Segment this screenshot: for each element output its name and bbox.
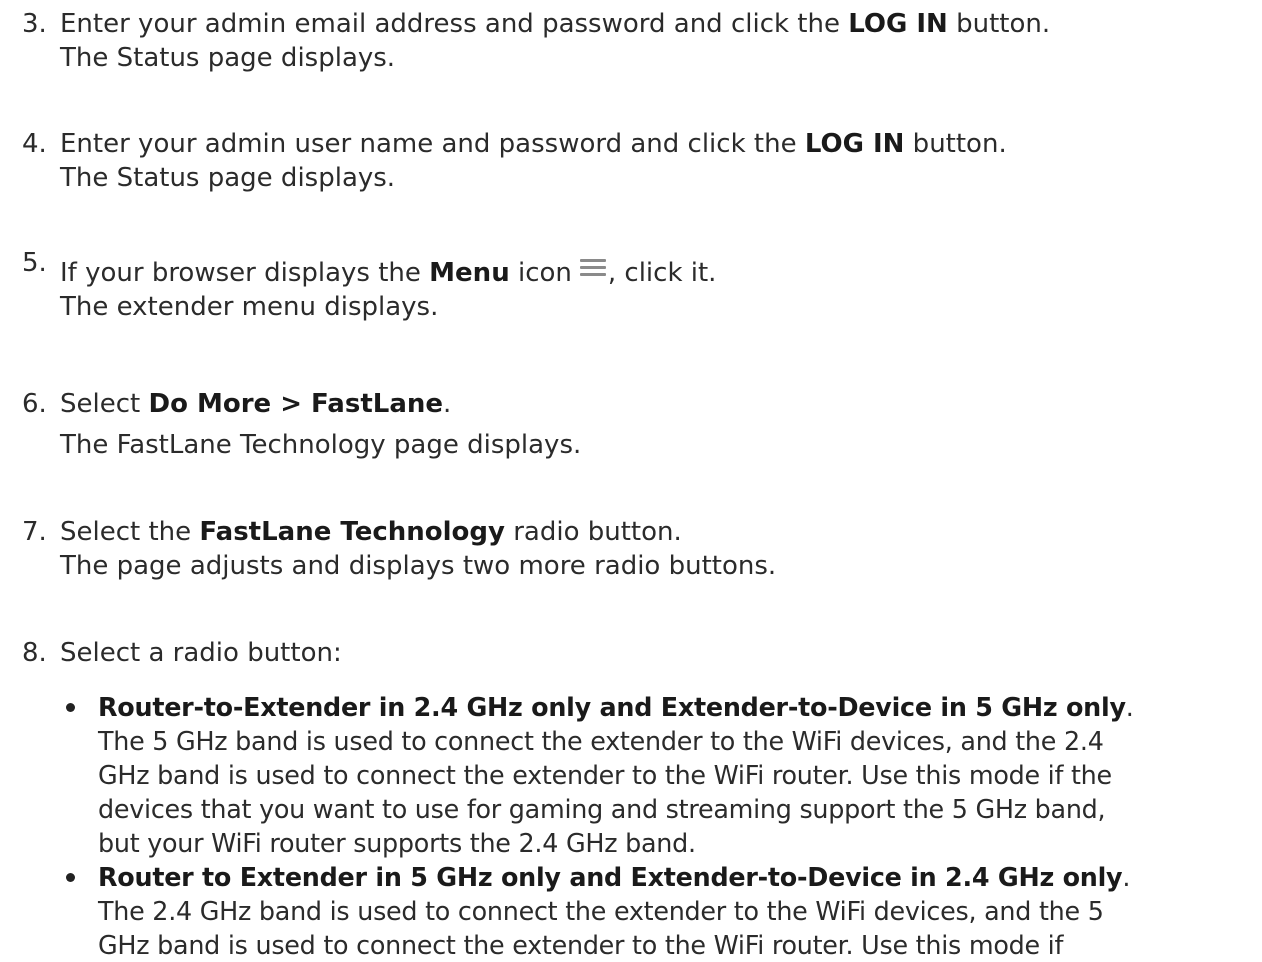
radio-option-list: Router-to-Extender in 2.4 GHz only and E… [60, 690, 1255, 962]
step-text: Enter your admin email address and passw… [60, 9, 1051, 39]
bullet-icon [66, 873, 75, 882]
step-4: 4. Enter your admin user name and passwo… [22, 127, 1252, 195]
option-title: Router-to-Extender in 2.4 GHz only and E… [98, 692, 1134, 722]
option-description-line: devices that you want to use for gaming … [98, 794, 1106, 824]
step-number: 4. [22, 129, 47, 159]
step-text: Select Do More > FastLane. [60, 389, 452, 419]
step-text: Enter your admin user name and password … [60, 129, 1007, 159]
document-page: 3. Enter your admin email address and pa… [0, 0, 1262, 960]
option-description-line: GHz band is used to connect the extender… [98, 930, 1064, 960]
option-description-line: The 2.4 GHz band is used to connect the … [98, 896, 1104, 926]
step-content: If your browser displays the Menu icon, … [60, 256, 1252, 324]
step-number: 5. [22, 248, 47, 278]
bullet-icon [66, 703, 75, 712]
menu-label: Menu [429, 258, 510, 288]
step-7: 7. Select the FastLane Technology radio … [22, 515, 1252, 583]
step-text: If your browser displays the Menu icon, … [60, 258, 717, 288]
fastlane-technology-label: FastLane Technology [199, 517, 505, 547]
option-description-line: but your WiFi router supports the 2.4 GH… [98, 828, 696, 858]
list-item: Router to Extender in 5 GHz only and Ext… [60, 860, 1255, 962]
step-number: 8. [22, 638, 47, 668]
step-result: The page adjusts and displays two more r… [60, 551, 777, 581]
step-text: Select a radio button: [60, 638, 342, 668]
menu-path: Do More > FastLane [148, 389, 444, 419]
step-result: The Status page displays. [60, 163, 396, 193]
step-result: The extender menu displays. [60, 292, 439, 322]
option-description-line: GHz band is used to connect the extender… [98, 760, 1112, 790]
option-title: Router to Extender in 5 GHz only and Ext… [98, 862, 1131, 892]
step-content: Select a radio button: [60, 636, 1252, 670]
step-8: 8. Select a radio button: [22, 636, 1252, 670]
step-result: The FastLane Technology page displays. [60, 430, 582, 460]
log-in-label: LOG IN [848, 9, 948, 39]
step-content: Select the FastLane Technology radio but… [60, 515, 1252, 583]
hamburger-menu-icon [579, 258, 606, 276]
step-number: 6. [22, 389, 47, 419]
step-number: 7. [22, 517, 47, 547]
step-6: 6. Select Do More > FastLane. The FastLa… [22, 387, 1252, 462]
step-content: Select Do More > FastLane. The FastLane … [60, 387, 1252, 462]
option-description-line: The 5 GHz band is used to connect the ex… [98, 726, 1104, 756]
step-content: Enter your admin email address and passw… [60, 7, 1252, 75]
step-number: 3. [22, 9, 47, 39]
list-item: Router-to-Extender in 2.4 GHz only and E… [60, 690, 1255, 860]
log-in-label: LOG IN [804, 129, 905, 159]
step-result: The Status page displays. [60, 43, 396, 73]
step-content: Enter your admin user name and password … [60, 127, 1252, 195]
step-3: 3. Enter your admin email address and pa… [22, 7, 1252, 75]
step-text: Select the FastLane Technology radio but… [60, 517, 682, 547]
step-5: 5. If your browser displays the Menu ico… [22, 248, 1252, 324]
